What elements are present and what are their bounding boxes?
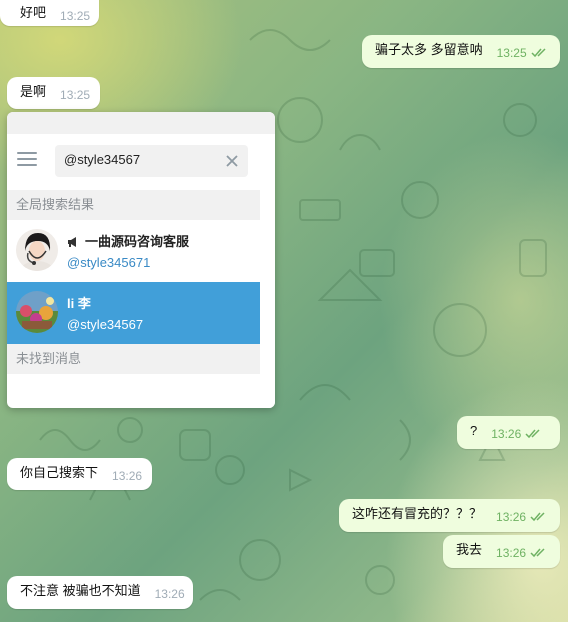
message-time: 13:25	[60, 8, 91, 23]
message-text: 你自己搜索下	[20, 464, 99, 480]
close-icon[interactable]	[225, 154, 239, 168]
read-checkmarks-icon	[530, 548, 545, 557]
message-time: 13:26	[491, 426, 522, 441]
result-username: @style34567	[67, 317, 144, 332]
message-text: 我去	[456, 541, 483, 557]
outgoing-message[interactable]: 我去 13:26	[443, 535, 560, 568]
incoming-message[interactable]: 是啊 13:25	[7, 77, 100, 109]
avatar	[16, 291, 58, 333]
message-time: 13:25	[496, 45, 527, 60]
message-text: 骗子太多 多留意呐	[375, 41, 483, 57]
search-result-item-selected[interactable]: li 李 @style34567	[7, 282, 260, 344]
message-time: 13:26	[112, 468, 143, 483]
popup-title-bar	[7, 112, 275, 134]
incoming-message[interactable]: 不注意 被骗也不知道 13:26	[7, 576, 193, 609]
search-field[interactable]	[55, 145, 248, 177]
message-text: 这咋还有冒充的？？？	[352, 505, 483, 521]
search-result-item[interactable]: 一曲源码咨询客服 @style345671	[7, 220, 260, 282]
message-time: 13:26	[496, 509, 527, 524]
read-checkmarks-icon	[525, 429, 540, 438]
read-checkmarks-icon	[531, 48, 546, 57]
result-name: li 李	[67, 296, 91, 311]
message-time: 13:26	[496, 545, 527, 560]
search-input[interactable]	[64, 152, 214, 167]
outgoing-message[interactable]: 骗子太多 多留意呐 13:25	[362, 35, 560, 68]
message-time: 13:25	[60, 87, 91, 102]
scrollbar[interactable]	[260, 134, 275, 408]
message-text: 不注意 被骗也不知道	[20, 582, 141, 598]
result-name-text: 一曲源码咨询客服	[85, 234, 190, 249]
no-messages-header: 未找到消息	[7, 344, 260, 374]
hamburger-menu-icon[interactable]	[17, 152, 37, 168]
incoming-message[interactable]: 好吧 13:25	[0, 0, 99, 26]
global-results-header: 全局搜索结果	[7, 190, 260, 220]
avatar	[16, 229, 58, 271]
result-name: 一曲源码咨询客服	[67, 231, 189, 250]
outgoing-message[interactable]: 这咋还有冒充的？？？ 13:26	[339, 499, 560, 532]
result-username: @style345671	[67, 255, 151, 270]
megaphone-icon	[68, 236, 76, 247]
incoming-message[interactable]: 你自己搜索下 13:26	[7, 458, 152, 490]
read-checkmarks-icon	[530, 512, 545, 521]
search-popup: 全局搜索结果 一曲源码咨询客服 @style345671	[7, 112, 275, 408]
outgoing-message[interactable]: ? 13:26	[457, 416, 560, 449]
message-time: 13:26	[154, 586, 185, 601]
message-text: 是啊	[20, 83, 47, 99]
message-text: 好吧	[20, 4, 47, 20]
search-header	[7, 134, 260, 190]
message-text: ?	[470, 422, 478, 438]
